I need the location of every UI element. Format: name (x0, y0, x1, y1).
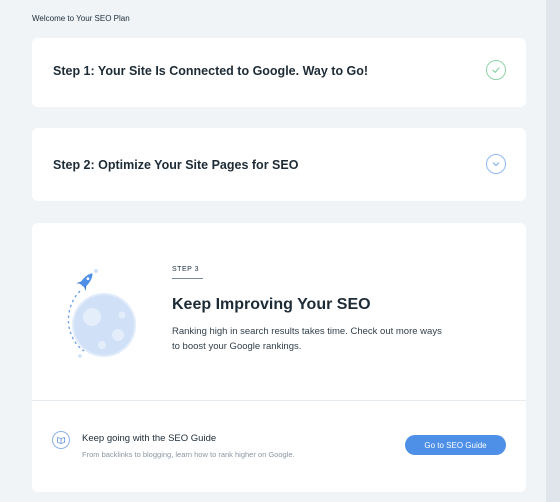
right-scroll-strip (546, 0, 560, 502)
go-to-seo-guide-button[interactable]: Go to SEO Guide (405, 435, 506, 455)
header-bar: Welcome to Your SEO Plan (0, 0, 546, 42)
step-3-description: Ranking high in search results takes tim… (172, 326, 442, 352)
step-1-card[interactable]: Step 1: Your Site Is Connected to Google… (32, 38, 526, 107)
guide-title: Keep going with the SEO Guide (82, 433, 217, 444)
book-icon (52, 431, 70, 449)
step-label-underline (172, 278, 203, 279)
check-icon (486, 60, 506, 80)
step-3-label: STEP 3 (172, 266, 199, 273)
rocket-planet-icon (67, 269, 136, 358)
step-3-card: STEP 3 Keep Improving Your SEO Ranking h… (32, 223, 526, 492)
step-2-title: Step 2: Optimize Your Site Pages for SEO (53, 158, 299, 172)
step-1-title: Step 1: Your Site Is Connected to Google… (53, 64, 369, 78)
guide-subtitle: From backlinks to blogging, learn how to… (82, 450, 295, 459)
step-3-title: Keep Improving Your SEO (172, 296, 371, 313)
page-title: Welcome to Your SEO Plan (32, 14, 130, 23)
divider (32, 400, 526, 401)
chevron-down-icon[interactable] (486, 154, 506, 174)
step-2-card[interactable]: Step 2: Optimize Your Site Pages for SEO (32, 128, 526, 201)
